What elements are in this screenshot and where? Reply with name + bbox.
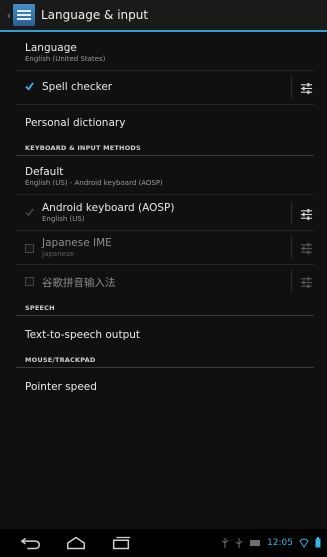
spell-checker-item[interactable]: Spell checker [42, 81, 112, 93]
default-keyboard-item[interactable]: Default English (US) - Android keyboard … [0, 166, 327, 187]
back-icon[interactable] [20, 535, 42, 551]
vertical-separator [291, 202, 292, 224]
google-pinyin-title: 谷歌拼音输入法 [42, 277, 116, 289]
japanese-ime-settings-icon[interactable] [300, 242, 313, 255]
spell-checker-checkbox[interactable] [25, 82, 34, 91]
wifi-icon [299, 538, 309, 548]
android-keyboard-checkbox[interactable] [25, 208, 34, 217]
page-title: Language & input [41, 8, 149, 22]
google-pinyin-settings-icon[interactable] [300, 276, 313, 289]
vertical-separator [291, 236, 292, 258]
language-item[interactable]: Language English (United States) [0, 42, 327, 63]
action-bar: ‹ Language & input [0, 0, 327, 32]
up-caret-icon[interactable]: ‹ [1, 9, 11, 22]
section-divider [16, 155, 314, 156]
keyboard-section-header: KEYBOARD & INPUT METHODS [25, 144, 141, 152]
personal-dictionary-item[interactable]: Personal dictionary [0, 117, 327, 129]
android-keyboard-settings-icon[interactable] [300, 208, 313, 221]
japanese-ime-item[interactable]: Japanese IME Japanese [42, 237, 282, 258]
android-keyboard-title: Android keyboard (AOSP) [42, 202, 175, 214]
speech-section-header: SPEECH [25, 304, 55, 312]
recent-apps-icon[interactable] [110, 535, 132, 551]
spell-checker-settings-icon[interactable] [300, 82, 313, 95]
status-area[interactable]: 12:05 [221, 537, 321, 548]
usb-debug-icon [221, 537, 229, 548]
spell-checker-title: Spell checker [42, 81, 113, 93]
android-keyboard-summary: English (US) [42, 215, 85, 223]
clock: 12:05 [267, 537, 293, 548]
pointer-speed-item[interactable]: Pointer speed [0, 381, 327, 393]
default-summary: English (US) - Android keyboard (AOSP) [25, 179, 163, 187]
personal-dictionary-title: Personal dictionary [25, 117, 126, 129]
settings-app-icon[interactable] [13, 4, 35, 26]
divider [16, 264, 314, 265]
google-pinyin-item[interactable]: 谷歌拼音输入法 [42, 275, 282, 290]
language-summary: English (United States) [25, 55, 106, 63]
usb-icon [235, 537, 243, 548]
home-icon[interactable] [65, 535, 87, 551]
tts-title: Text-to-speech output [25, 329, 141, 341]
divider [16, 194, 314, 195]
mouse-section-header: MOUSE/TRACKPAD [25, 356, 96, 364]
battery-icon [315, 537, 321, 548]
default-title: Default [25, 166, 64, 178]
divider [16, 230, 314, 231]
japanese-ime-summary: Japanese [42, 250, 74, 258]
divider [16, 104, 314, 105]
system-bar: 12:05 [0, 529, 327, 557]
google-pinyin-checkbox[interactable] [25, 277, 34, 286]
vertical-separator [291, 270, 292, 292]
section-divider [16, 367, 314, 368]
japanese-ime-title: Japanese IME [42, 237, 112, 249]
japanese-ime-checkbox[interactable] [25, 244, 34, 253]
android-keyboard-item[interactable]: Android keyboard (AOSP) English (US) [42, 202, 174, 223]
language-title: Language [25, 42, 77, 54]
sd-card-icon [250, 539, 261, 546]
divider [16, 70, 314, 71]
section-divider [16, 315, 314, 316]
settings-list: Language English (United States) Spell c… [0, 32, 327, 529]
vertical-separator [291, 76, 292, 98]
pointer-speed-title: Pointer speed [25, 381, 97, 393]
tts-output-item[interactable]: Text-to-speech output [0, 329, 327, 341]
